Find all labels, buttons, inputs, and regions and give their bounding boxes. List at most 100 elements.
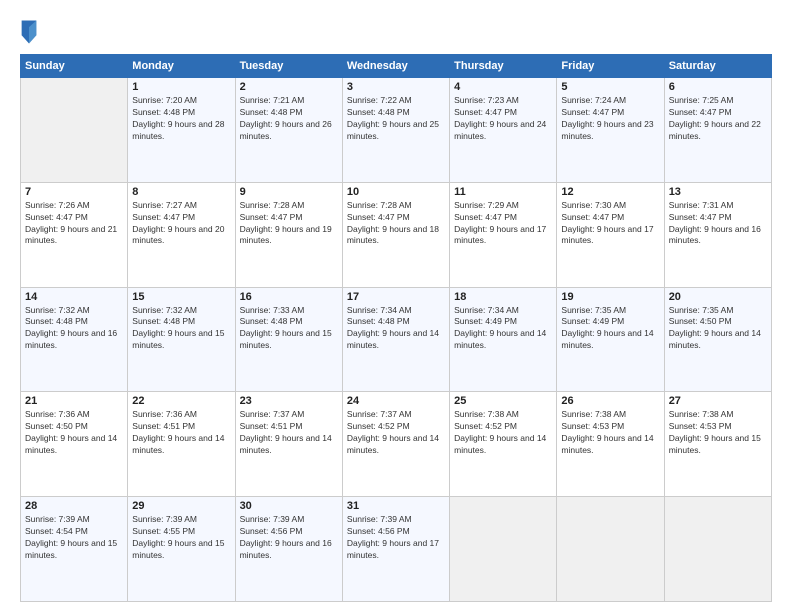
day-number: 24: [347, 395, 445, 407]
day-cell: [450, 497, 557, 602]
day-info: Sunrise: 7:39 AMSunset: 4:56 PMDaylight:…: [347, 514, 445, 562]
day-number: 2: [240, 81, 338, 93]
day-cell: 11 Sunrise: 7:29 AMSunset: 4:47 PMDayligh…: [450, 182, 557, 287]
week-row-5: 28 Sunrise: 7:39 AMSunset: 4:54 PMDayligh…: [21, 497, 772, 602]
day-number: 1: [132, 81, 230, 93]
day-info: Sunrise: 7:21 AMSunset: 4:48 PMDaylight:…: [240, 95, 338, 143]
day-cell: 17 Sunrise: 7:34 AMSunset: 4:48 PMDayligh…: [342, 287, 449, 392]
day-info: Sunrise: 7:38 AMSunset: 4:52 PMDaylight:…: [454, 409, 552, 457]
day-info: Sunrise: 7:39 AMSunset: 4:54 PMDaylight:…: [25, 514, 123, 562]
day-info: Sunrise: 7:37 AMSunset: 4:52 PMDaylight:…: [347, 409, 445, 457]
day-number: 6: [669, 81, 767, 93]
day-info: Sunrise: 7:23 AMSunset: 4:47 PMDaylight:…: [454, 95, 552, 143]
day-cell: 21 Sunrise: 7:36 AMSunset: 4:50 PMDayligh…: [21, 392, 128, 497]
day-cell: 9 Sunrise: 7:28 AMSunset: 4:47 PMDaylight…: [235, 182, 342, 287]
day-info: Sunrise: 7:32 AMSunset: 4:48 PMDaylight:…: [25, 305, 123, 353]
calendar-table: SundayMondayTuesdayWednesdayThursdayFrid…: [20, 54, 772, 602]
day-info: Sunrise: 7:39 AMSunset: 4:56 PMDaylight:…: [240, 514, 338, 562]
day-cell: 20 Sunrise: 7:35 AMSunset: 4:50 PMDayligh…: [664, 287, 771, 392]
day-number: 30: [240, 500, 338, 512]
day-cell: 28 Sunrise: 7:39 AMSunset: 4:54 PMDayligh…: [21, 497, 128, 602]
day-cell: 3 Sunrise: 7:22 AMSunset: 4:48 PMDaylight…: [342, 78, 449, 183]
day-number: 3: [347, 81, 445, 93]
day-cell: [664, 497, 771, 602]
week-row-3: 14 Sunrise: 7:32 AMSunset: 4:48 PMDayligh…: [21, 287, 772, 392]
day-number: 16: [240, 291, 338, 303]
day-number: 19: [561, 291, 659, 303]
day-number: 21: [25, 395, 123, 407]
day-info: Sunrise: 7:39 AMSunset: 4:55 PMDaylight:…: [132, 514, 230, 562]
day-info: Sunrise: 7:22 AMSunset: 4:48 PMDaylight:…: [347, 95, 445, 143]
day-info: Sunrise: 7:35 AMSunset: 4:49 PMDaylight:…: [561, 305, 659, 353]
day-number: 12: [561, 186, 659, 198]
day-cell: 7 Sunrise: 7:26 AMSunset: 4:47 PMDaylight…: [21, 182, 128, 287]
day-cell: 12 Sunrise: 7:30 AMSunset: 4:47 PMDayligh…: [557, 182, 664, 287]
day-number: 5: [561, 81, 659, 93]
day-info: Sunrise: 7:25 AMSunset: 4:47 PMDaylight:…: [669, 95, 767, 143]
col-header-monday: Monday: [128, 55, 235, 78]
day-cell: 19 Sunrise: 7:35 AMSunset: 4:49 PMDayligh…: [557, 287, 664, 392]
day-info: Sunrise: 7:37 AMSunset: 4:51 PMDaylight:…: [240, 409, 338, 457]
week-row-1: 1Sunrise: 7:20 AMSunset: 4:48 PMDaylight…: [21, 78, 772, 183]
day-number: 11: [454, 186, 552, 198]
day-number: 29: [132, 500, 230, 512]
day-info: Sunrise: 7:35 AMSunset: 4:50 PMDaylight:…: [669, 305, 767, 353]
day-number: 9: [240, 186, 338, 198]
day-cell: 18 Sunrise: 7:34 AMSunset: 4:49 PMDayligh…: [450, 287, 557, 392]
day-cell: 22Sunrise: 7:36 AMSunset: 4:51 PMDayligh…: [128, 392, 235, 497]
day-cell: 14 Sunrise: 7:32 AMSunset: 4:48 PMDayligh…: [21, 287, 128, 392]
day-info: Sunrise: 7:28 AMSunset: 4:47 PMDaylight:…: [240, 200, 338, 248]
day-number: 22: [132, 395, 230, 407]
header-row: SundayMondayTuesdayWednesdayThursdayFrid…: [21, 55, 772, 78]
day-number: 7: [25, 186, 123, 198]
day-cell: 8Sunrise: 7:27 AMSunset: 4:47 PMDaylight…: [128, 182, 235, 287]
day-number: 26: [561, 395, 659, 407]
day-info: Sunrise: 7:26 AMSunset: 4:47 PMDaylight:…: [25, 200, 123, 248]
day-info: Sunrise: 7:34 AMSunset: 4:48 PMDaylight:…: [347, 305, 445, 353]
day-info: Sunrise: 7:29 AMSunset: 4:47 PMDaylight:…: [454, 200, 552, 248]
day-number: 20: [669, 291, 767, 303]
day-info: Sunrise: 7:38 AMSunset: 4:53 PMDaylight:…: [669, 409, 767, 457]
day-number: 10: [347, 186, 445, 198]
day-number: 18: [454, 291, 552, 303]
day-info: Sunrise: 7:31 AMSunset: 4:47 PMDaylight:…: [669, 200, 767, 248]
day-cell: 16 Sunrise: 7:33 AMSunset: 4:48 PMDayligh…: [235, 287, 342, 392]
day-cell: 25 Sunrise: 7:38 AMSunset: 4:52 PMDayligh…: [450, 392, 557, 497]
col-header-saturday: Saturday: [664, 55, 771, 78]
day-info: Sunrise: 7:33 AMSunset: 4:48 PMDaylight:…: [240, 305, 338, 353]
day-cell: 1Sunrise: 7:20 AMSunset: 4:48 PMDaylight…: [128, 78, 235, 183]
day-number: 27: [669, 395, 767, 407]
day-number: 13: [669, 186, 767, 198]
day-info: Sunrise: 7:36 AMSunset: 4:50 PMDaylight:…: [25, 409, 123, 457]
col-header-thursday: Thursday: [450, 55, 557, 78]
day-cell: 29 Sunrise: 7:39 AMSunset: 4:55 PMDayligh…: [128, 497, 235, 602]
day-number: 23: [240, 395, 338, 407]
day-cell: 15 Sunrise: 7:32 AMSunset: 4:48 PMDayligh…: [128, 287, 235, 392]
day-number: 25: [454, 395, 552, 407]
day-number: 28: [25, 500, 123, 512]
logo: [20, 18, 42, 46]
day-cell: 30 Sunrise: 7:39 AMSunset: 4:56 PMDayligh…: [235, 497, 342, 602]
day-info: Sunrise: 7:30 AMSunset: 4:47 PMDaylight:…: [561, 200, 659, 248]
day-info: Sunrise: 7:24 AMSunset: 4:47 PMDaylight:…: [561, 95, 659, 143]
day-info: Sunrise: 7:28 AMSunset: 4:47 PMDaylight:…: [347, 200, 445, 248]
day-cell: 27 Sunrise: 7:38 AMSunset: 4:53 PMDayligh…: [664, 392, 771, 497]
day-cell: 24 Sunrise: 7:37 AMSunset: 4:52 PMDayligh…: [342, 392, 449, 497]
col-header-tuesday: Tuesday: [235, 55, 342, 78]
col-header-friday: Friday: [557, 55, 664, 78]
day-cell: 31 Sunrise: 7:39 AMSunset: 4:56 PMDayligh…: [342, 497, 449, 602]
day-info: Sunrise: 7:32 AMSunset: 4:48 PMDaylight:…: [132, 305, 230, 353]
week-row-2: 7 Sunrise: 7:26 AMSunset: 4:47 PMDaylight…: [21, 182, 772, 287]
day-cell: 4 Sunrise: 7:23 AMSunset: 4:47 PMDaylight…: [450, 78, 557, 183]
day-cell: 26Sunrise: 7:38 AMSunset: 4:53 PMDayligh…: [557, 392, 664, 497]
day-info: Sunrise: 7:34 AMSunset: 4:49 PMDaylight:…: [454, 305, 552, 353]
day-number: 4: [454, 81, 552, 93]
day-number: 14: [25, 291, 123, 303]
day-cell: [21, 78, 128, 183]
week-row-4: 21 Sunrise: 7:36 AMSunset: 4:50 PMDayligh…: [21, 392, 772, 497]
day-cell: [557, 497, 664, 602]
day-number: 15: [132, 291, 230, 303]
day-cell: 10 Sunrise: 7:28 AMSunset: 4:47 PMDayligh…: [342, 182, 449, 287]
day-number: 17: [347, 291, 445, 303]
day-number: 31: [347, 500, 445, 512]
